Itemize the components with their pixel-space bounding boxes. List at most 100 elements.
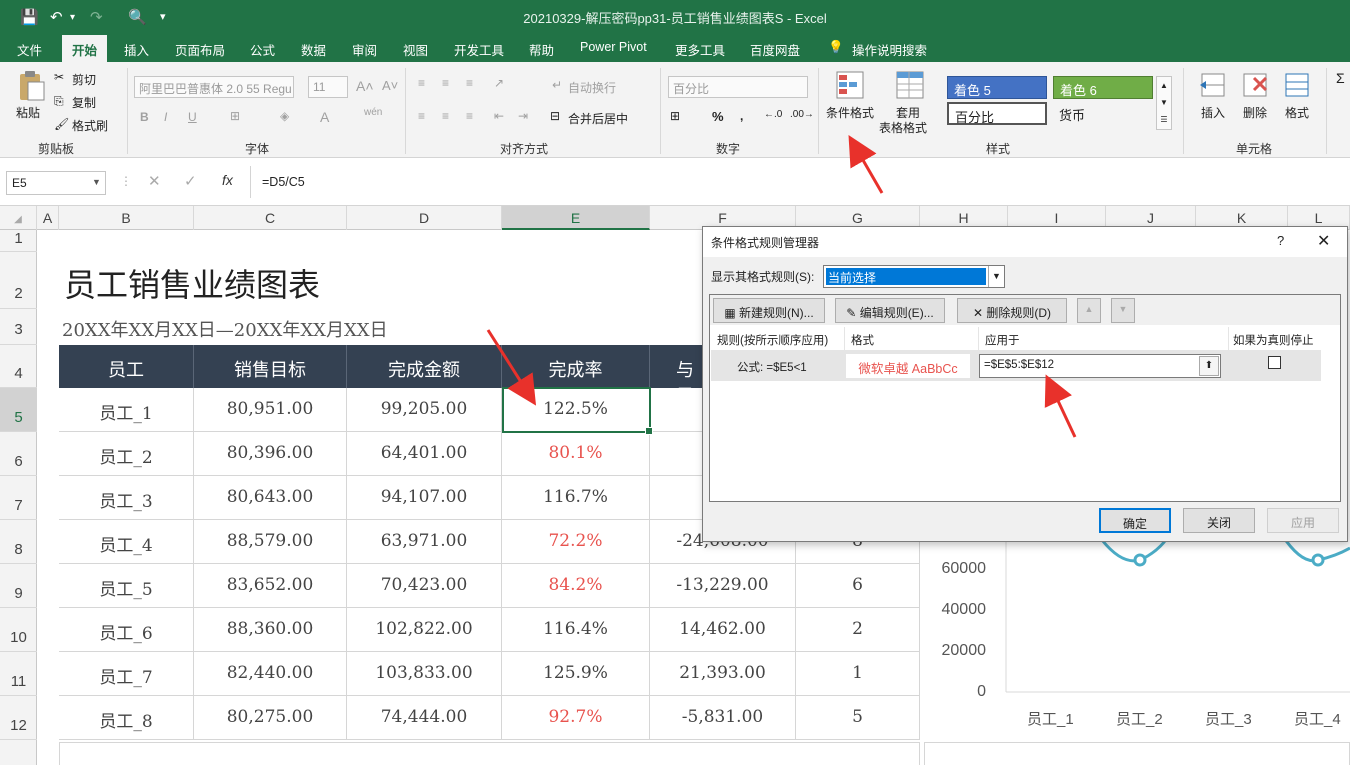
cell-done[interactable]: 102,822.00	[347, 608, 502, 652]
conditional-format-icon[interactable]	[835, 70, 865, 100]
move-up-icon[interactable]: ▲	[1077, 298, 1101, 323]
paste-button[interactable]: 粘贴	[16, 104, 40, 121]
insert-cells-icon[interactable]	[1198, 70, 1228, 100]
cell-name[interactable]: 员工_4	[59, 520, 194, 564]
cell-rate[interactable]: 92.7%	[502, 696, 650, 740]
cell-target[interactable]: 80,643.00	[194, 476, 347, 520]
ok-button[interactable]: 确定	[1099, 508, 1171, 533]
cell-target[interactable]: 80,951.00	[194, 388, 347, 432]
cell-rate[interactable]: 84.2%	[502, 564, 650, 608]
cell-rate[interactable]: 80.1%	[502, 432, 650, 476]
applies-to-input[interactable]: =$E$5:$E$12	[979, 354, 1221, 378]
tab-review[interactable]: 审阅	[352, 40, 377, 59]
cell-rate[interactable]: 116.7%	[502, 476, 650, 520]
tab-power-pivot[interactable]: Power Pivot	[580, 40, 647, 54]
cell-rank[interactable]: 6	[796, 564, 920, 608]
delete-rule-button[interactable]: ✕ 删除规则(D)	[957, 298, 1067, 323]
delete-cells-icon[interactable]	[1240, 70, 1270, 100]
format-painter-button[interactable]: 格式刷	[72, 117, 108, 134]
style-accent6[interactable]: 着色 6	[1053, 76, 1153, 99]
help-button[interactable]: ?	[1277, 233, 1284, 248]
cell-name[interactable]: 员工_6	[59, 608, 194, 652]
cell-name[interactable]: 员工_1	[59, 388, 194, 432]
tab-view[interactable]: 视图	[403, 40, 428, 59]
close-button[interactable]: 关闭	[1183, 508, 1255, 533]
select-all-corner[interactable]: ◢	[0, 206, 37, 230]
cell-target[interactable]: 80,275.00	[194, 696, 347, 740]
cell-done[interactable]: 94,107.00	[347, 476, 502, 520]
align-bottom-icon[interactable]: ≡	[466, 76, 473, 90]
accounting-format-icon[interactable]: ⊞	[670, 109, 680, 123]
decrease-font-icon[interactable]: A˅	[382, 78, 398, 93]
cell-name[interactable]: 员工_8	[59, 696, 194, 740]
cell-rate[interactable]: 72.2%	[502, 520, 650, 564]
name-box[interactable]: E5	[6, 171, 106, 195]
increase-indent-icon[interactable]: ⇥	[518, 109, 528, 123]
align-center-icon[interactable]: ≡	[442, 109, 449, 123]
selected-cell-e5[interactable]	[502, 387, 653, 435]
format-as-table-icon[interactable]	[895, 70, 925, 100]
cell-rank[interactable]: 5	[796, 696, 920, 740]
align-middle-icon[interactable]: ≡	[442, 76, 449, 90]
align-right-icon[interactable]: ≡	[466, 109, 473, 123]
orientation-icon[interactable]: ↗	[494, 76, 504, 90]
cell-rate[interactable]: 125.9%	[502, 652, 650, 696]
fill-color-icon[interactable]: ◈	[280, 109, 289, 123]
number-format-combo[interactable]: 百分比	[668, 76, 808, 98]
conditional-format-button[interactable]: 条件格式	[826, 104, 874, 121]
cell-rank[interactable]: 2	[796, 608, 920, 652]
new-rule-button[interactable]: ▦ 新建规则(N)...	[713, 298, 825, 323]
collapse-dialog-icon[interactable]: ⬆	[1199, 356, 1219, 376]
row-header-6[interactable]: 6	[0, 432, 37, 476]
cell-rank[interactable]: 1	[796, 652, 920, 696]
cell-done[interactable]: 64,401.00	[347, 432, 502, 476]
insert-cells-button[interactable]: 插入	[1201, 104, 1225, 121]
autosum-icon[interactable]: Σ	[1336, 70, 1345, 86]
row-header-11[interactable]: 11	[0, 652, 37, 696]
close-icon[interactable]: ✕	[1317, 231, 1330, 251]
cell-diff[interactable]: -5,831.00	[650, 696, 796, 740]
insert-function-icon[interactable]: fx	[222, 172, 233, 188]
row-header-9[interactable]: 9	[0, 564, 37, 608]
tab-developer[interactable]: 开发工具	[454, 40, 504, 59]
align-left-icon[interactable]: ≡	[418, 109, 425, 123]
tab-more-tools[interactable]: 更多工具	[675, 40, 725, 59]
cell-target[interactable]: 88,360.00	[194, 608, 347, 652]
font-size-combo[interactable]: 11	[308, 76, 348, 98]
row-header-3[interactable]: 3	[0, 309, 37, 345]
underline-icon[interactable]: U	[188, 110, 197, 124]
comma-style-icon[interactable]: ,	[740, 109, 743, 123]
bold-icon[interactable]: B	[140, 110, 149, 124]
cell-name[interactable]: 员工_5	[59, 564, 194, 608]
decrease-indent-icon[interactable]: ⇤	[494, 109, 504, 123]
delete-cells-button[interactable]: 删除	[1243, 104, 1267, 121]
tab-help[interactable]: 帮助	[529, 40, 554, 59]
row-header-10[interactable]: 10	[0, 608, 37, 652]
cell-target[interactable]: 83,652.00	[194, 564, 347, 608]
increase-decimal-icon[interactable]: ←.0	[764, 109, 782, 120]
format-cells-button[interactable]: 格式	[1285, 104, 1309, 121]
cell-done[interactable]: 63,971.00	[347, 520, 502, 564]
row-header-4[interactable]: 4	[0, 345, 37, 388]
column-header-b[interactable]: B	[59, 206, 194, 230]
edit-rule-button[interactable]: ✎ 编辑规则(E)...	[835, 298, 945, 323]
column-header-c[interactable]: C	[194, 206, 347, 230]
apply-button[interactable]: 应用	[1267, 508, 1339, 533]
merge-center-button[interactable]: 合并后居中	[568, 110, 628, 127]
cell-diff[interactable]: 14,462.00	[650, 608, 796, 652]
row-header-2[interactable]: 2	[0, 252, 37, 309]
row-header-12[interactable]: 12	[0, 696, 37, 740]
format-cells-icon[interactable]	[1282, 70, 1312, 100]
stop-if-true-checkbox[interactable]	[1268, 356, 1281, 369]
row-header-7[interactable]: 7	[0, 476, 37, 520]
column-header-e[interactable]: E	[502, 206, 650, 230]
italic-icon[interactable]: I	[164, 110, 167, 124]
tab-file[interactable]: 文件	[17, 40, 42, 59]
styles-gallery-scroll[interactable]: ▲ ▼ ☰	[1156, 76, 1172, 130]
cell-done[interactable]: 103,833.00	[347, 652, 502, 696]
increase-font-icon[interactable]: A˄	[356, 78, 374, 94]
cell-name[interactable]: 员工_3	[59, 476, 194, 520]
cell-diff[interactable]: -13,229.00	[650, 564, 796, 608]
percent-style-icon[interactable]: %	[712, 109, 724, 124]
cell-done[interactable]: 74,444.00	[347, 696, 502, 740]
